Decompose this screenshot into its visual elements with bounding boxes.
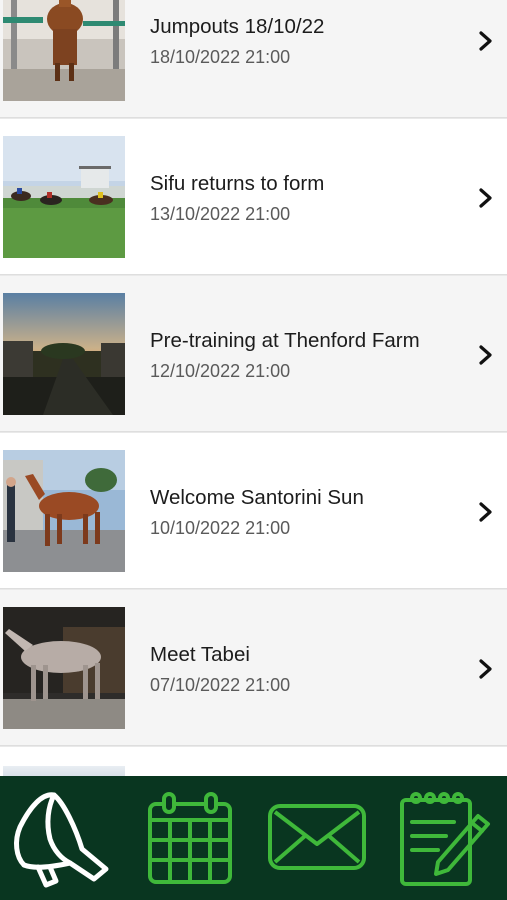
chevron-right-icon xyxy=(477,30,495,52)
news-item-text: Sifu returns to form 13/10/2022 21:00 xyxy=(150,119,447,276)
news-item-date: 13/10/2022 21:00 xyxy=(150,204,291,224)
news-item-text: Jumpouts 18/10/22 18/10/2022 21:00 xyxy=(150,0,447,119)
farm-sunset-photo xyxy=(3,293,125,415)
news-item-title: Sifu returns to form xyxy=(150,172,325,195)
chevron-right-icon xyxy=(477,658,495,680)
tab-news[interactable] xyxy=(0,776,127,900)
news-item-meet-tabei[interactable]: Meet Tabei 07/10/2022 21:00 xyxy=(0,590,507,747)
chevron-right-icon xyxy=(477,344,495,366)
chevron-right-icon xyxy=(477,501,495,523)
horse-in-stable-photo xyxy=(3,0,125,101)
news-item-santorini-sun[interactable]: Welcome Santorini Sun 10/10/2022 21:00 xyxy=(0,433,507,590)
calendar-icon xyxy=(148,792,233,884)
partial-news-thumbnail xyxy=(3,766,125,776)
bottom-tab-bar xyxy=(0,776,507,900)
notepad-icon xyxy=(399,792,490,886)
grey-horse-photo xyxy=(3,607,125,729)
news-item-date: 10/10/2022 21:00 xyxy=(150,518,291,538)
news-item-pre-training[interactable]: Pre-training at Thenford Farm 12/10/2022… xyxy=(0,276,507,433)
news-feed[interactable]: Jumpouts 18/10/22 18/10/2022 21:00 Sifu … xyxy=(0,0,507,776)
news-item-date: 18/10/2022 21:00 xyxy=(150,47,291,67)
news-item-text: Welcome Santorini Sun 10/10/2022 21:00 xyxy=(150,433,447,590)
chestnut-horse-photo xyxy=(3,450,125,572)
tab-calendar[interactable] xyxy=(127,776,254,900)
news-item-title: Meet Tabei xyxy=(150,643,250,666)
news-list: Jumpouts 18/10/22 18/10/2022 21:00 Sifu … xyxy=(0,0,507,747)
news-item-date: 12/10/2022 21:00 xyxy=(150,361,291,381)
megaphone-icon xyxy=(14,792,109,888)
news-item-jumpouts[interactable]: Jumpouts 18/10/22 18/10/2022 21:00 xyxy=(0,0,507,119)
news-item-title: Welcome Santorini Sun xyxy=(150,486,364,509)
chevron-right-icon xyxy=(477,187,495,209)
tab-messages[interactable] xyxy=(254,776,381,900)
news-item-sifu[interactable]: Sifu returns to form 13/10/2022 21:00 xyxy=(0,119,507,276)
envelope-icon xyxy=(267,804,366,870)
news-item-date: 07/10/2022 21:00 xyxy=(150,675,291,695)
tab-notes[interactable] xyxy=(380,776,507,900)
horse-race-photo xyxy=(3,136,125,258)
news-item-text: Pre-training at Thenford Farm 12/10/2022… xyxy=(150,276,447,433)
news-item-title: Pre-training at Thenford Farm xyxy=(150,329,420,352)
news-item-text: Meet Tabei 07/10/2022 21:00 xyxy=(150,590,447,747)
news-item-title: Jumpouts 18/10/22 xyxy=(150,15,325,38)
